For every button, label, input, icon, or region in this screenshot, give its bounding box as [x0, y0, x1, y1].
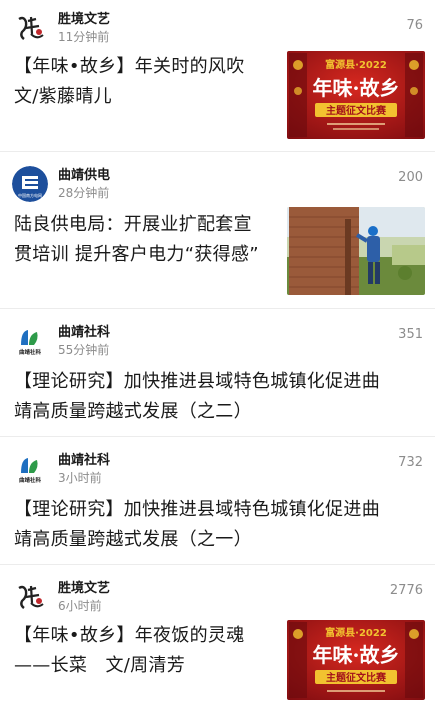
svg-text:中国南方电网: 中国南方电网	[18, 192, 42, 198]
shengjing-logo-icon[interactable]	[12, 579, 48, 615]
svg-text:曲靖社科: 曲靖社科	[19, 348, 42, 356]
article-title[interactable]: 【年味•故乡】年夜饭的灵魂 ——长菜 文/周清芳	[14, 621, 284, 681]
source-name[interactable]: 胜境文艺	[58, 580, 110, 598]
poster-sub-text: 主题征文比赛	[326, 104, 387, 117]
article-thumbnail[interactable]	[287, 207, 425, 295]
news-card[interactable]: 胜境文艺 11分钟前 76 【年味•故乡】年关时的风吹 文/紫藤晴儿 富源县·2…	[0, 0, 435, 152]
article-title[interactable]: 陆良供电局：开展业扩配套宣 贯培训 提升客户电力“获得感”	[14, 210, 284, 270]
article-title[interactable]: 【年味•故乡】年关时的风吹 文/紫藤晴儿	[14, 52, 284, 112]
source-name[interactable]: 胜境文艺	[58, 11, 110, 29]
article-title[interactable]: 【理论研究】加快推进县域特色城镇化促进曲 靖高质量跨越式发展（之一）	[14, 495, 424, 555]
source-name[interactable]: 曲靖供电	[58, 167, 110, 185]
source-name[interactable]: 曲靖社科	[58, 324, 110, 342]
publish-time: 6小时前	[58, 598, 102, 613]
china-southern-grid-logo-icon[interactable]: 中国南方电网	[12, 166, 48, 202]
shengjing-logo-icon[interactable]	[12, 10, 48, 46]
poster-main-text: 年味·故乡	[313, 643, 400, 667]
qujing-sheke-logo-icon[interactable]: 曲靖社科	[12, 323, 48, 359]
qujing-sheke-logo-icon[interactable]: 曲靖社科	[12, 451, 48, 487]
news-card[interactable]: 中国南方电网 曲靖供电 28分钟前 200 陆良供电局：开展业扩配套宣 贯培训 …	[0, 152, 435, 309]
news-card[interactable]: 曲靖社科 曲靖社科 3小时前 732 【理论研究】加快推进县域特色城镇化促进曲 …	[0, 437, 435, 565]
view-count: 351	[398, 327, 423, 342]
news-card[interactable]: 曲靖社科 曲靖社科 55分钟前 351 【理论研究】加快推进县域特色城镇化促进曲…	[0, 309, 435, 437]
publish-time: 55分钟前	[58, 342, 110, 357]
view-count: 76	[406, 18, 423, 33]
poster-top-text: 富源县·2022	[325, 626, 387, 639]
view-count: 732	[398, 455, 423, 470]
news-card[interactable]: 胜境文艺 6小时前 2776 【年味•故乡】年夜饭的灵魂 ——长菜 文/周清芳	[0, 565, 435, 705]
view-count: 2776	[389, 583, 423, 598]
poster-main-text: 年味·故乡	[313, 76, 400, 100]
poster-top-text: 富源县·2022	[325, 58, 387, 71]
svg-text:曲靖社科: 曲靖社科	[19, 476, 42, 484]
article-thumbnail[interactable]: 富源县·2022 年味·故乡 主题征文比赛	[287, 620, 425, 700]
news-feed: 胜境文艺 11分钟前 76 【年味•故乡】年关时的风吹 文/紫藤晴儿 富源县·2…	[0, 0, 435, 705]
publish-time: 11分钟前	[58, 29, 110, 44]
source-name[interactable]: 曲靖社科	[58, 452, 110, 470]
poster-sub-text: 主题征文比赛	[326, 671, 387, 684]
article-title[interactable]: 【理论研究】加快推进县域特色城镇化促进曲 靖高质量跨越式发展（之二）	[14, 367, 424, 427]
view-count: 200	[398, 170, 423, 185]
publish-time: 28分钟前	[58, 185, 110, 200]
publish-time: 3小时前	[58, 470, 102, 485]
article-thumbnail[interactable]: 富源县·2022 年味·故乡 主题征文比赛	[287, 51, 425, 139]
